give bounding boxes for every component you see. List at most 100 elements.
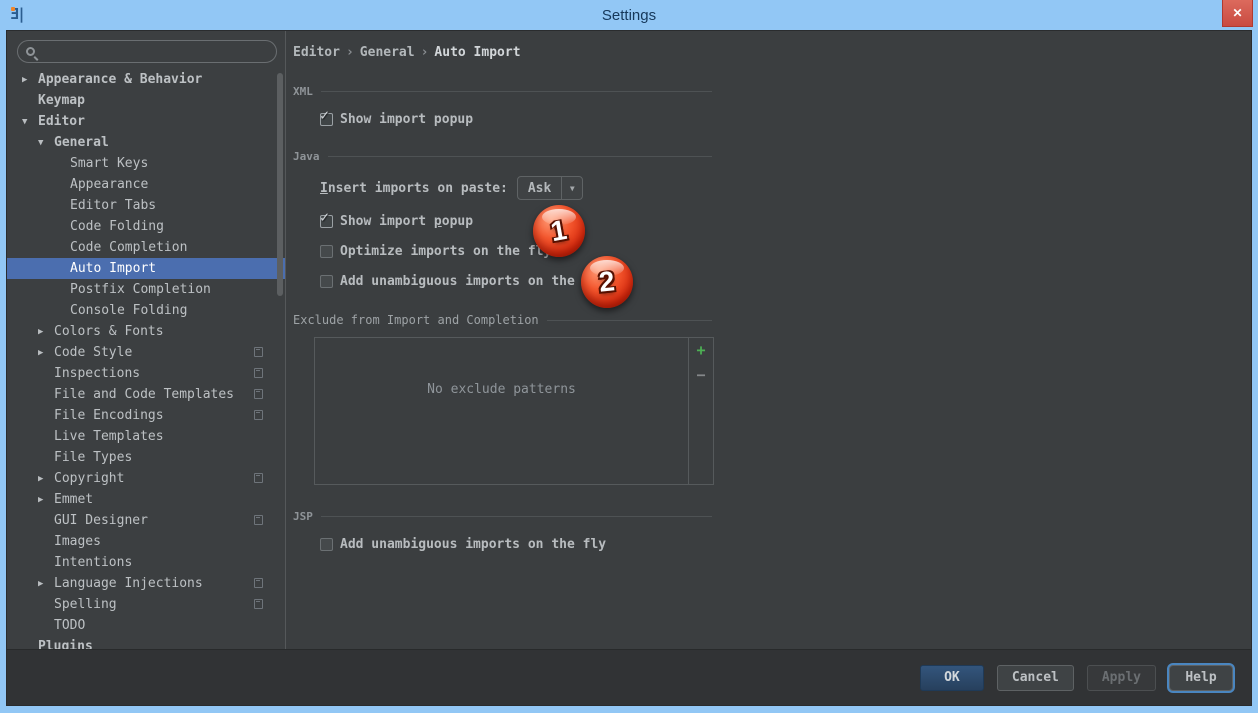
sidebar-item-code-folding[interactable]: Code Folding bbox=[7, 216, 285, 237]
settings-content: Editor›General›Auto Import XML ✓ Show im… bbox=[286, 31, 1251, 649]
sidebar-item-todo[interactable]: TODO bbox=[7, 615, 285, 636]
checkbox-optimize-imports-on-the-fly[interactable]: ✓ Optimize imports on the fly bbox=[320, 244, 712, 259]
chevron-right-icon[interactable]: ▶ bbox=[38, 474, 54, 484]
window-title: Settings bbox=[0, 7, 1258, 24]
section-title-java: Java bbox=[293, 150, 320, 163]
checkbox-box[interactable]: ✓ bbox=[320, 275, 333, 288]
checkbox-xml-show-import-popup[interactable]: ✓ Show import popup bbox=[320, 112, 712, 127]
sidebar-item-label: Code Style bbox=[54, 345, 132, 360]
remove-pattern-button[interactable]: − bbox=[693, 367, 709, 383]
dropdown-arrow-button[interactable]: ▼ bbox=[561, 177, 582, 199]
sidebar-item-colors-fonts[interactable]: ▶Colors & Fonts bbox=[7, 321, 285, 342]
sidebar-item-file-types[interactable]: File Types bbox=[7, 447, 285, 468]
checkbox-box[interactable]: ✓ bbox=[320, 245, 333, 258]
dialog-footer: OK Cancel Apply Help bbox=[7, 649, 1251, 705]
chevron-right-icon[interactable]: ▶ bbox=[22, 75, 38, 85]
sidebar-item-auto-import[interactable]: Auto Import bbox=[7, 258, 285, 279]
checkbox-box[interactable]: ✓ bbox=[320, 538, 333, 551]
checkbox-box[interactable]: ✓ bbox=[320, 113, 333, 126]
sidebar-item-label: GUI Designer bbox=[54, 513, 148, 528]
sidebar-item-keymap[interactable]: Keymap bbox=[7, 90, 285, 111]
sidebar-item-language-injections[interactable]: ▶Language Injections bbox=[7, 573, 285, 594]
breadcrumb-part[interactable]: Editor bbox=[293, 45, 340, 60]
sidebar-item-general[interactable]: ▼General bbox=[7, 132, 285, 153]
checkbox-add-unambiguous-imports-jsp[interactable]: ✓ Add unambiguous imports on the fly bbox=[320, 537, 712, 552]
sidebar-item-label: Emmet bbox=[54, 492, 93, 507]
sidebar-item-label: Auto Import bbox=[70, 261, 156, 276]
chevron-down-icon[interactable]: ▼ bbox=[38, 138, 54, 148]
sidebar-item-console-folding[interactable]: Console Folding bbox=[7, 300, 285, 321]
sidebar-item-editor-tabs[interactable]: Editor Tabs bbox=[7, 195, 285, 216]
chevron-down-icon[interactable]: ▼ bbox=[22, 117, 38, 127]
settings-dialog: ▶Appearance & BehaviorKeymap▼Editor▼Gene… bbox=[6, 30, 1252, 706]
help-button[interactable]: Help bbox=[1169, 665, 1233, 691]
breadcrumb-part[interactable]: Auto Import bbox=[434, 45, 520, 60]
sidebar-item-intentions[interactable]: Intentions bbox=[7, 552, 285, 573]
exclude-toolbar: + − bbox=[688, 338, 713, 484]
sidebar-item-inspections[interactable]: Inspections bbox=[7, 363, 285, 384]
per-project-settings-icon bbox=[254, 473, 263, 483]
breadcrumb-part[interactable]: General bbox=[360, 45, 415, 60]
sidebar-item-copyright[interactable]: ▶Copyright bbox=[7, 468, 285, 489]
sidebar-item-images[interactable]: Images bbox=[7, 531, 285, 552]
section-divider bbox=[328, 156, 713, 157]
sidebar-item-file-encodings[interactable]: File Encodings bbox=[7, 405, 285, 426]
breadcrumb: Editor›General›Auto Import bbox=[293, 45, 1251, 60]
sidebar-item-label: File Encodings bbox=[54, 408, 164, 423]
sidebar-item-label: Intentions bbox=[54, 555, 132, 570]
sidebar-item-label: Spelling bbox=[54, 597, 117, 612]
checkbox-box[interactable]: ✓ bbox=[320, 215, 333, 228]
settings-sidebar: ▶Appearance & Behavior Keymap ▼Editor▼Gene… bbox=[7, 31, 286, 649]
sidebar-item-appearance[interactable]: Appearance bbox=[7, 174, 285, 195]
sidebar-item-label: Keymap bbox=[38, 93, 85, 108]
sidebar-item-label: File and Code Templates bbox=[54, 387, 234, 402]
checkbox-label: Optimize imports on the fly bbox=[340, 244, 551, 259]
chevron-right-icon[interactable]: ▶ bbox=[38, 348, 54, 358]
per-project-settings-icon bbox=[254, 599, 263, 609]
sidebar-item-smart-keys[interactable]: Smart Keys bbox=[7, 153, 285, 174]
sidebar-item-postfix-completion[interactable]: Postfix Completion bbox=[7, 279, 285, 300]
sidebar-item-code-style[interactable]: ▶Code Style bbox=[7, 342, 285, 363]
cancel-button[interactable]: Cancel bbox=[997, 665, 1074, 691]
chevron-down-icon: ▼ bbox=[570, 184, 575, 193]
close-icon[interactable]: ✕ bbox=[1222, 0, 1253, 27]
sidebar-item-label: Code Completion bbox=[70, 240, 187, 255]
sidebar-item-label: Appearance bbox=[70, 177, 148, 192]
sidebar-item-code-completion[interactable]: Code Completion bbox=[7, 237, 285, 258]
sidebar-item-label: Colors & Fonts bbox=[54, 324, 164, 339]
sidebar-item-label: TODO bbox=[54, 618, 85, 633]
sidebar-item-plugins[interactable]: Plugins bbox=[7, 636, 285, 649]
checkbox-add-unambiguous-imports-java[interactable]: ✓ Add unambiguous imports on the fly bbox=[320, 274, 712, 289]
sidebar-item-label: Inspections bbox=[54, 366, 140, 381]
empty-list-text: No exclude patterns bbox=[427, 382, 576, 397]
sidebar-item-label: Editor Tabs bbox=[70, 198, 156, 213]
checkbox-java-show-import-popup[interactable]: ✓ Show import popup bbox=[320, 214, 712, 229]
breadcrumb-separator: › bbox=[346, 45, 354, 60]
insert-imports-dropdown[interactable]: Ask ▼ bbox=[517, 176, 583, 200]
sidebar-item-label: Console Folding bbox=[70, 303, 187, 318]
sidebar-item-gui-designer[interactable]: GUI Designer bbox=[7, 510, 285, 531]
apply-button[interactable]: Apply bbox=[1087, 665, 1156, 691]
section-divider bbox=[321, 516, 712, 517]
section-jsp-header: JSP bbox=[293, 510, 712, 523]
sidebar-item-live-templates[interactable]: Live Templates bbox=[7, 426, 285, 447]
sidebar-item-editor[interactable]: ▼Editor bbox=[7, 111, 285, 132]
chevron-right-icon[interactable]: ▶ bbox=[38, 495, 54, 505]
chevron-right-icon[interactable]: ▶ bbox=[38, 579, 54, 589]
annotation-number: 2 bbox=[598, 265, 617, 298]
section-title-jsp: JSP bbox=[293, 510, 313, 523]
sidebar-scrollbar[interactable] bbox=[277, 73, 283, 296]
settings-search-box[interactable] bbox=[17, 40, 277, 63]
sidebar-item-label: Postfix Completion bbox=[70, 282, 211, 297]
search-input[interactable] bbox=[41, 44, 268, 59]
exclude-patterns-list[interactable]: No exclude patterns bbox=[315, 338, 688, 484]
sidebar-item-file-and-code-templates[interactable]: File and Code Templates bbox=[7, 384, 285, 405]
sidebar-item-emmet[interactable]: ▶Emmet bbox=[7, 489, 285, 510]
chevron-right-icon[interactable]: ▶ bbox=[38, 327, 54, 337]
ok-button[interactable]: OK bbox=[920, 665, 984, 691]
checkbox-label: Add unambiguous imports on the fly bbox=[340, 274, 606, 289]
sidebar-item-spelling[interactable]: Spelling bbox=[7, 594, 285, 615]
add-pattern-button[interactable]: + bbox=[693, 342, 709, 358]
per-project-settings-icon bbox=[254, 389, 263, 399]
sidebar-item-appearance-behavior[interactable]: ▶Appearance & Behavior bbox=[7, 69, 285, 90]
